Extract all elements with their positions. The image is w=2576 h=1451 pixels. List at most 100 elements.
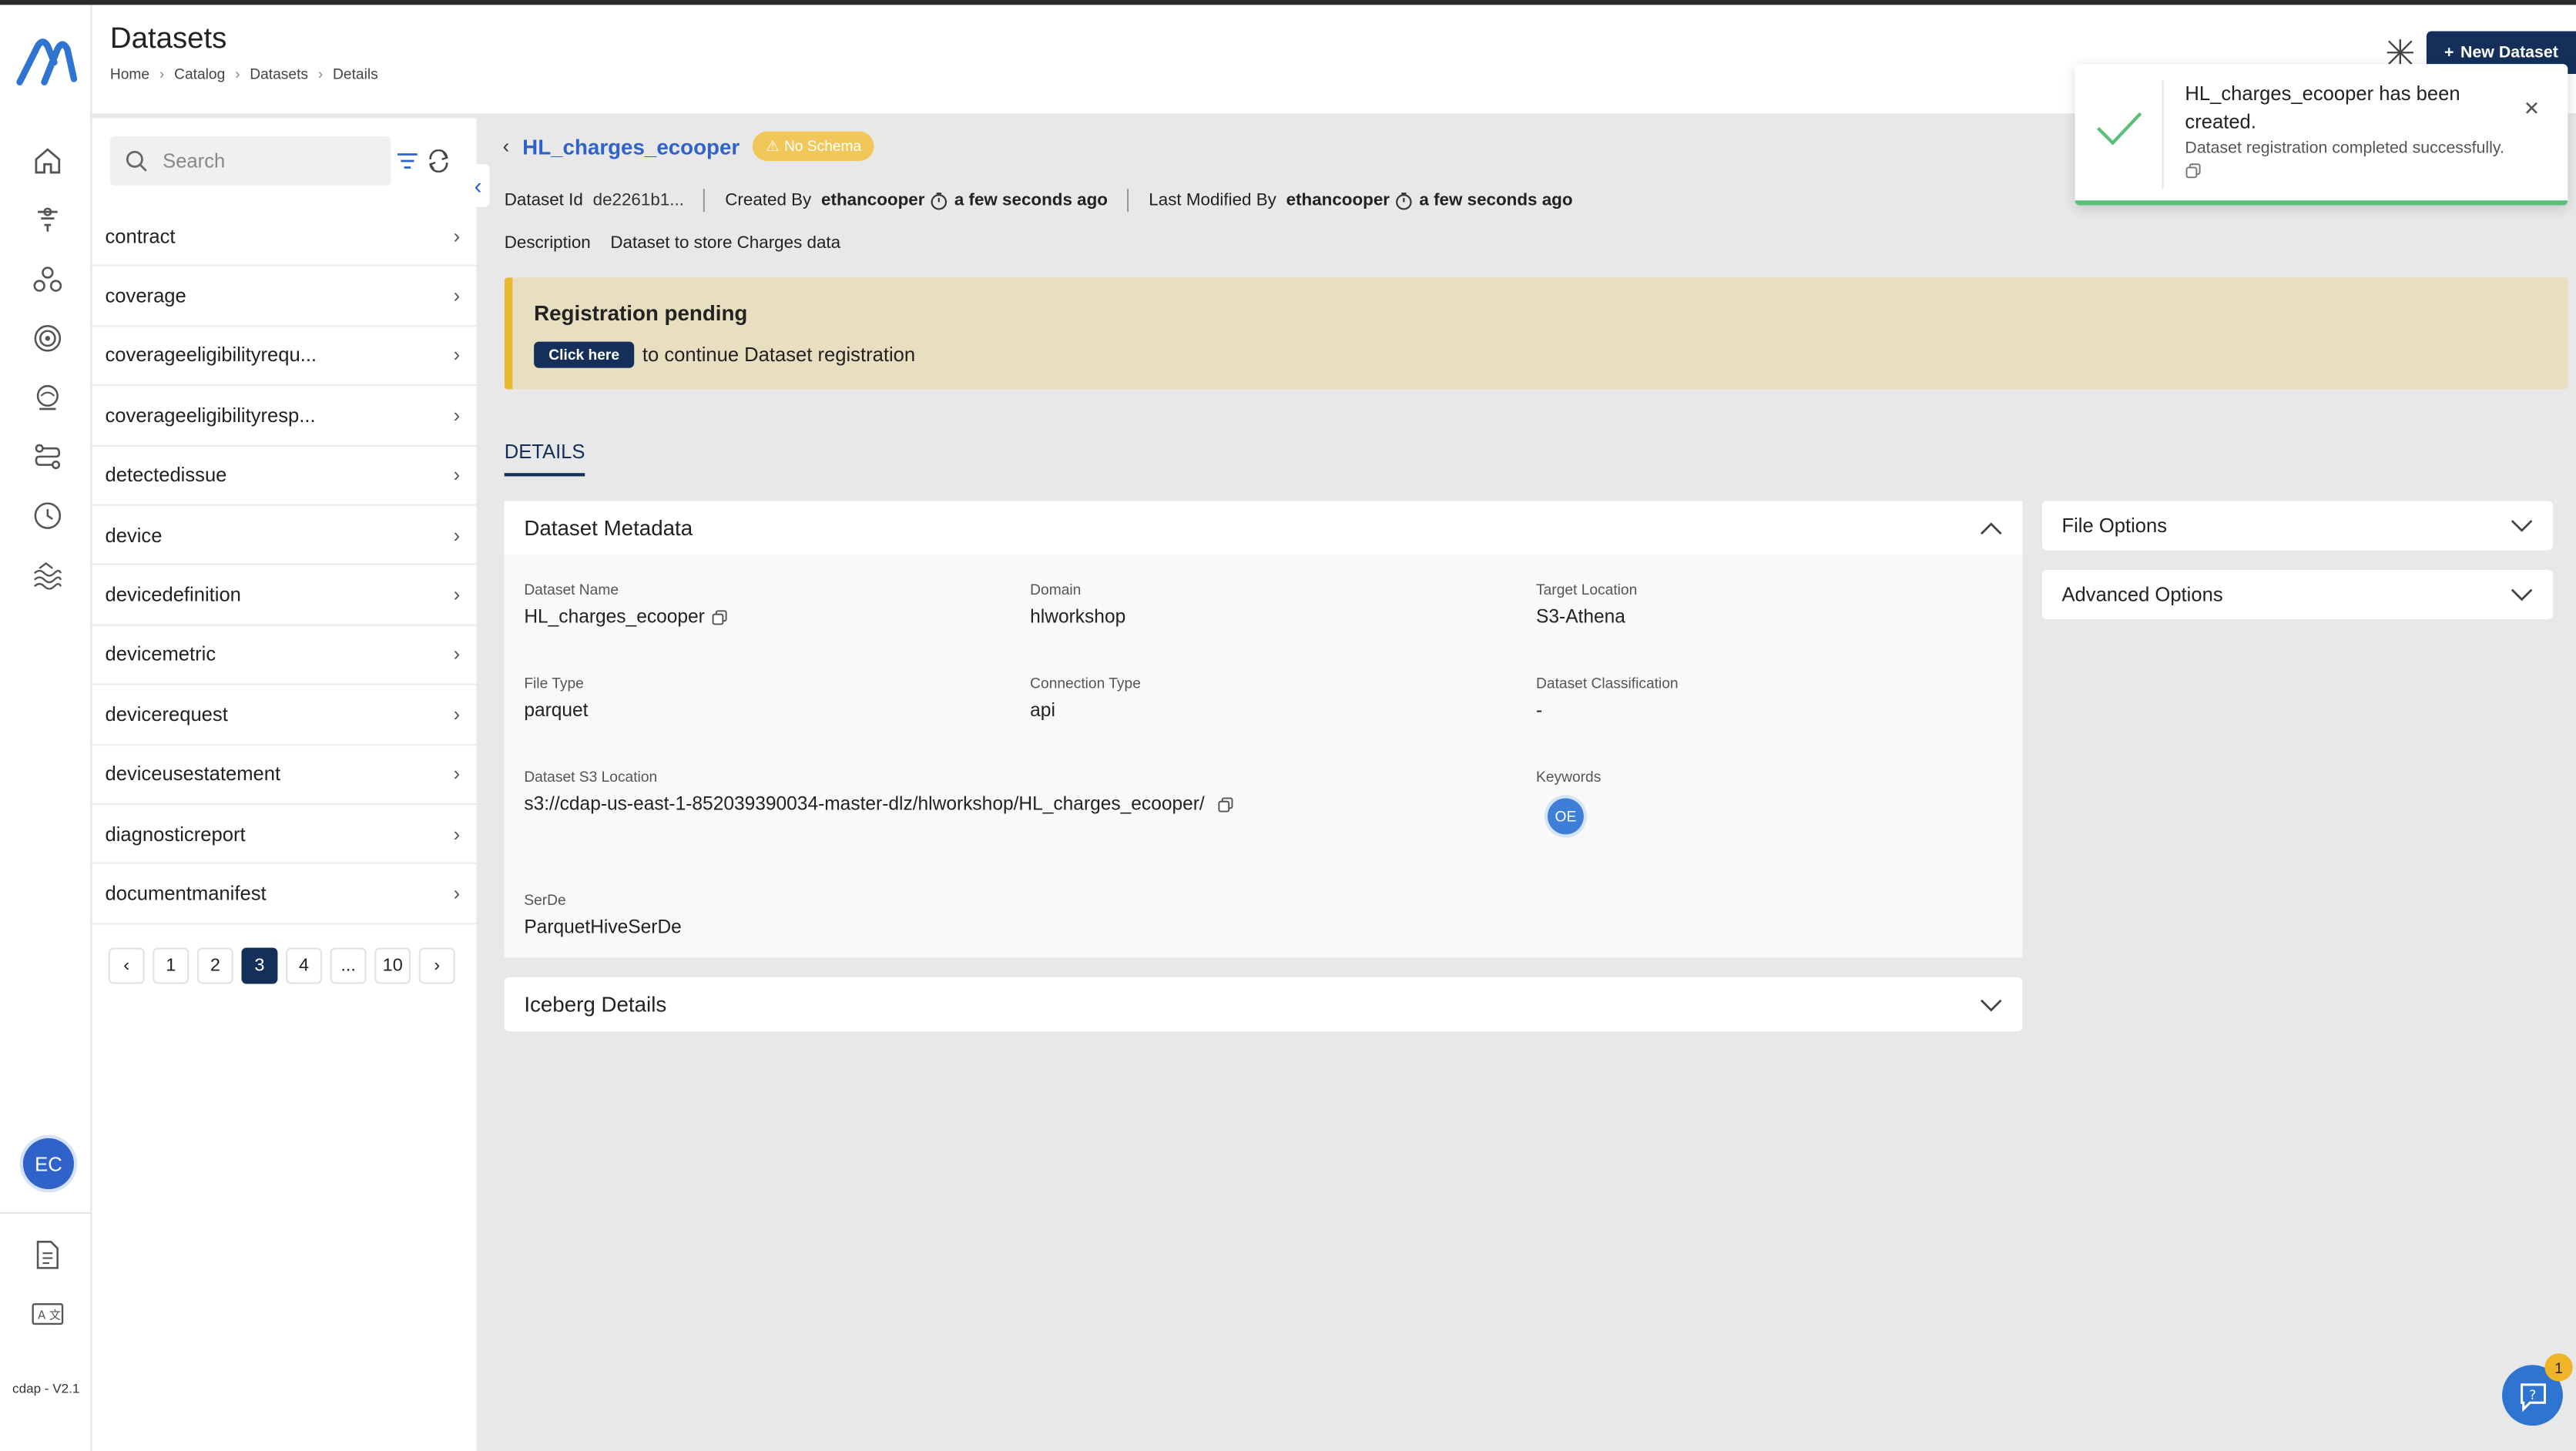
iceberg-details-card[interactable]: Iceberg Details (504, 977, 2023, 1032)
field-value: s3://cdap-us-east-1-852039390034-master-… (524, 795, 1205, 815)
page-ellipsis[interactable]: ... (330, 947, 367, 984)
advanced-options-title: Advanced Options (2061, 583, 2223, 606)
filter-icon[interactable] (396, 151, 419, 171)
chevron-right-icon: › (159, 65, 165, 82)
chevron-right-icon: › (453, 822, 461, 846)
list-item[interactable]: coverage › (92, 266, 477, 327)
sparkle-icon[interactable] (2386, 38, 2415, 67)
target-icon[interactable] (29, 320, 65, 357)
funnel-icon[interactable] (29, 202, 65, 238)
dataset-id-value: de2261b1... (592, 190, 684, 210)
close-icon[interactable]: ✕ (2524, 97, 2540, 120)
user-avatar[interactable]: EC (22, 1138, 74, 1190)
list-item[interactable]: contract › (92, 207, 477, 267)
svg-text:?: ? (2528, 1387, 2535, 1402)
waves-icon[interactable] (29, 557, 65, 593)
click-here-button[interactable]: Click here (534, 341, 635, 368)
metadata-card-title: Dataset Metadata (524, 515, 693, 541)
field-serde: SerDe ParquetHiveSerDe (524, 892, 682, 938)
chevron-down-icon (2511, 588, 2533, 602)
list-item[interactable]: devicemetric › (92, 625, 477, 685)
field-value: ParquetHiveSerDe (524, 918, 682, 938)
copy-icon[interactable] (1218, 796, 1234, 813)
field-dataset-name: Dataset Name HL_charges_ecooper (524, 581, 727, 628)
dataset-metadata-card: Dataset Metadata Dataset Name HL_charges… (504, 501, 2023, 958)
field-label: Keywords (1536, 769, 1602, 786)
created-by-value: ethancooper (821, 190, 925, 210)
page-button[interactable]: 2 (196, 947, 233, 984)
document-icon[interactable] (29, 1237, 65, 1273)
home-icon[interactable] (29, 143, 65, 179)
chevron-right-icon: › (453, 642, 461, 666)
breadcrumb-datasets[interactable]: Datasets (250, 65, 308, 82)
tab-details[interactable]: DETAILS (504, 441, 585, 477)
list-item-label: coverageeligibilityrequ... (105, 343, 317, 367)
advanced-options-card[interactable]: Advanced Options (2041, 570, 2554, 620)
chevron-right-icon: › (235, 65, 240, 82)
list-item[interactable]: diagnosticreport › (92, 805, 477, 865)
back-icon[interactable]: ‹ (503, 135, 510, 158)
search-input[interactable]: Search (109, 136, 391, 186)
field-value: hlworkshop (1030, 608, 1126, 628)
cluster-icon[interactable] (29, 261, 65, 297)
field-keywords: Keywords OE (1536, 769, 1602, 835)
registration-pending-banner: Registration pending Click here to conti… (504, 277, 2568, 390)
breadcrumb-catalog[interactable]: Catalog (174, 65, 225, 82)
list-item[interactable]: coverageeligibilityrequ... › (92, 327, 477, 387)
iceberg-title: Iceberg Details (524, 992, 667, 1017)
chevron-right-icon: › (453, 583, 461, 607)
pipeline-icon[interactable] (29, 438, 65, 474)
field-label: File Type (524, 675, 584, 692)
badge-label: No Schema (783, 138, 862, 155)
chevron-right-icon: › (453, 404, 461, 427)
copy-icon[interactable] (2185, 163, 2201, 179)
list-item[interactable]: coverageeligibilityresp... › (92, 387, 477, 447)
list-item[interactable]: detectedissue › (92, 446, 477, 506)
field-label: Target Location (1536, 581, 1638, 598)
help-chat-icon: ? (2520, 1382, 2545, 1412)
chevron-down-icon (1980, 998, 2002, 1011)
list-item[interactable]: device › (92, 506, 477, 566)
app-logo[interactable] (15, 33, 78, 92)
field-s3-location: Dataset S3 Location s3://cdap-us-east-1-… (524, 769, 1234, 815)
list-item-label: device (105, 523, 163, 547)
page-button[interactable]: 4 (286, 947, 322, 984)
dataset-title-row: ‹ HL_charges_ecooper ⚠ No Schema (503, 131, 875, 161)
warning-icon: ⚠ (766, 137, 780, 154)
list-item[interactable]: devicedefinition › (92, 565, 477, 625)
list-item[interactable]: documentmanifest › (92, 864, 477, 925)
breadcrumb-home[interactable]: Home (110, 65, 149, 82)
toast-title: HL_charges_ecooper has been created. (2185, 82, 2460, 133)
file-options-card[interactable]: File Options (2041, 501, 2554, 551)
list-item-label: devicemetric (105, 642, 216, 666)
chevron-right-icon: › (317, 65, 324, 82)
field-value: S3-Athena (1536, 608, 1625, 628)
list-item[interactable]: devicerequest › (92, 685, 477, 746)
metadata-card-header[interactable]: Dataset Metadata (504, 501, 2023, 555)
list-item[interactable]: deviceusestatement › (92, 745, 477, 805)
copy-icon[interactable] (711, 609, 727, 625)
page-button-current[interactable]: 3 (241, 947, 278, 984)
metadata-body: Dataset Name HL_charges_ecooper Domain h… (504, 555, 2023, 958)
translate-icon[interactable]: A文 (29, 1296, 65, 1332)
page-button[interactable]: 1 (153, 947, 190, 984)
dataset-name-link[interactable]: HL_charges_ecooper (522, 134, 740, 159)
globe-icon[interactable] (29, 380, 65, 416)
next-page-button[interactable]: › (418, 947, 455, 984)
clock-icon[interactable] (29, 498, 65, 534)
keyword-avatar[interactable]: OE (1547, 798, 1584, 835)
chevron-right-icon: › (453, 284, 461, 307)
rail-divider (0, 1211, 92, 1215)
prev-page-button[interactable]: ‹ (108, 947, 145, 984)
timer-icon (1395, 192, 1412, 209)
breadcrumb-details: Details (333, 65, 378, 82)
search-placeholder: Search (163, 149, 226, 173)
field-label: SerDe (524, 892, 566, 909)
collapse-panel-button[interactable]: ‹ (466, 164, 490, 207)
description-value: Dataset to store Charges data (610, 233, 841, 253)
timer-icon (931, 192, 947, 209)
chevron-right-icon: › (453, 702, 461, 726)
page-button[interactable]: 10 (374, 947, 411, 984)
refresh-icon[interactable] (427, 149, 450, 173)
plus-icon: + (2444, 43, 2454, 62)
